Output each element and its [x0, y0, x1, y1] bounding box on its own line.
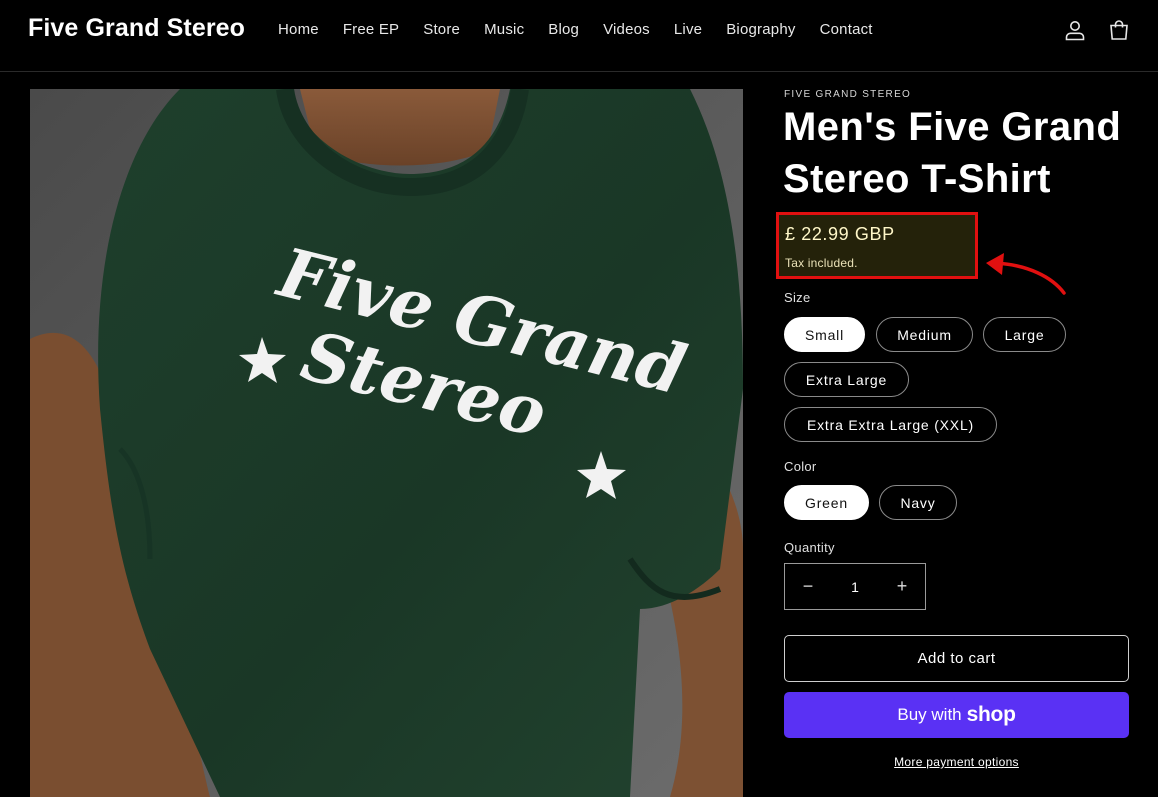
- nav-home[interactable]: Home: [266, 21, 331, 38]
- quantity-increase-button[interactable]: +: [879, 564, 925, 609]
- size-option-xxl[interactable]: Extra Extra Large (XXL): [784, 407, 997, 442]
- nav-contact[interactable]: Contact: [808, 21, 885, 38]
- nav-videos[interactable]: Videos: [591, 21, 662, 38]
- product-vendor: FIVE GRAND STEREO: [784, 89, 912, 100]
- size-option-medium[interactable]: Medium: [876, 317, 973, 352]
- color-label: Color: [784, 459, 817, 474]
- main-nav: Home Free EP Store Music Blog Videos Liv…: [266, 21, 885, 38]
- more-payment-options-link[interactable]: More payment options: [784, 755, 1129, 769]
- color-option-green[interactable]: Green: [784, 485, 869, 520]
- size-label: Size: [784, 290, 811, 305]
- size-option-small[interactable]: Small: [784, 317, 865, 352]
- nav-store[interactable]: Store: [411, 21, 472, 38]
- annotation-arrow-icon: [986, 253, 1066, 295]
- color-option-navy[interactable]: Navy: [879, 485, 957, 520]
- site-logo[interactable]: Five Grand Stereo: [28, 14, 245, 43]
- add-to-cart-button[interactable]: Add to cart: [784, 635, 1129, 682]
- product-image[interactable]: Five Grand Stereo: [30, 89, 743, 797]
- account-icon[interactable]: [1063, 18, 1087, 42]
- buy-with-label: Buy with: [897, 705, 962, 724]
- size-option-extra-large[interactable]: Extra Large: [784, 362, 909, 397]
- nav-free-ep[interactable]: Free EP: [331, 21, 411, 38]
- quantity-stepper: − 1 +: [784, 563, 926, 610]
- shop-pay-logo: shop: [966, 703, 1016, 726]
- nav-biography[interactable]: Biography: [714, 21, 807, 38]
- tax-note: Tax included.: [785, 256, 858, 270]
- cart-icon[interactable]: [1107, 18, 1131, 42]
- size-option-large[interactable]: Large: [983, 317, 1066, 352]
- quantity-label: Quantity: [784, 540, 835, 555]
- nav-live[interactable]: Live: [662, 21, 714, 38]
- nav-music[interactable]: Music: [472, 21, 536, 38]
- nav-blog[interactable]: Blog: [536, 21, 591, 38]
- buy-with-shop-button[interactable]: Buy with shop: [784, 692, 1129, 738]
- price-highlight-box: £ 22.99 GBP Tax included.: [776, 212, 978, 279]
- product-price: £ 22.99 GBP: [785, 224, 895, 244]
- site-header: Five Grand Stereo Home Free EP Store Mus…: [0, 0, 1158, 72]
- product-title: Men's Five Grand Stereo T-Shirt: [783, 105, 1122, 201]
- quantity-decrease-button[interactable]: −: [785, 564, 831, 609]
- quantity-input[interactable]: 1: [831, 564, 879, 609]
